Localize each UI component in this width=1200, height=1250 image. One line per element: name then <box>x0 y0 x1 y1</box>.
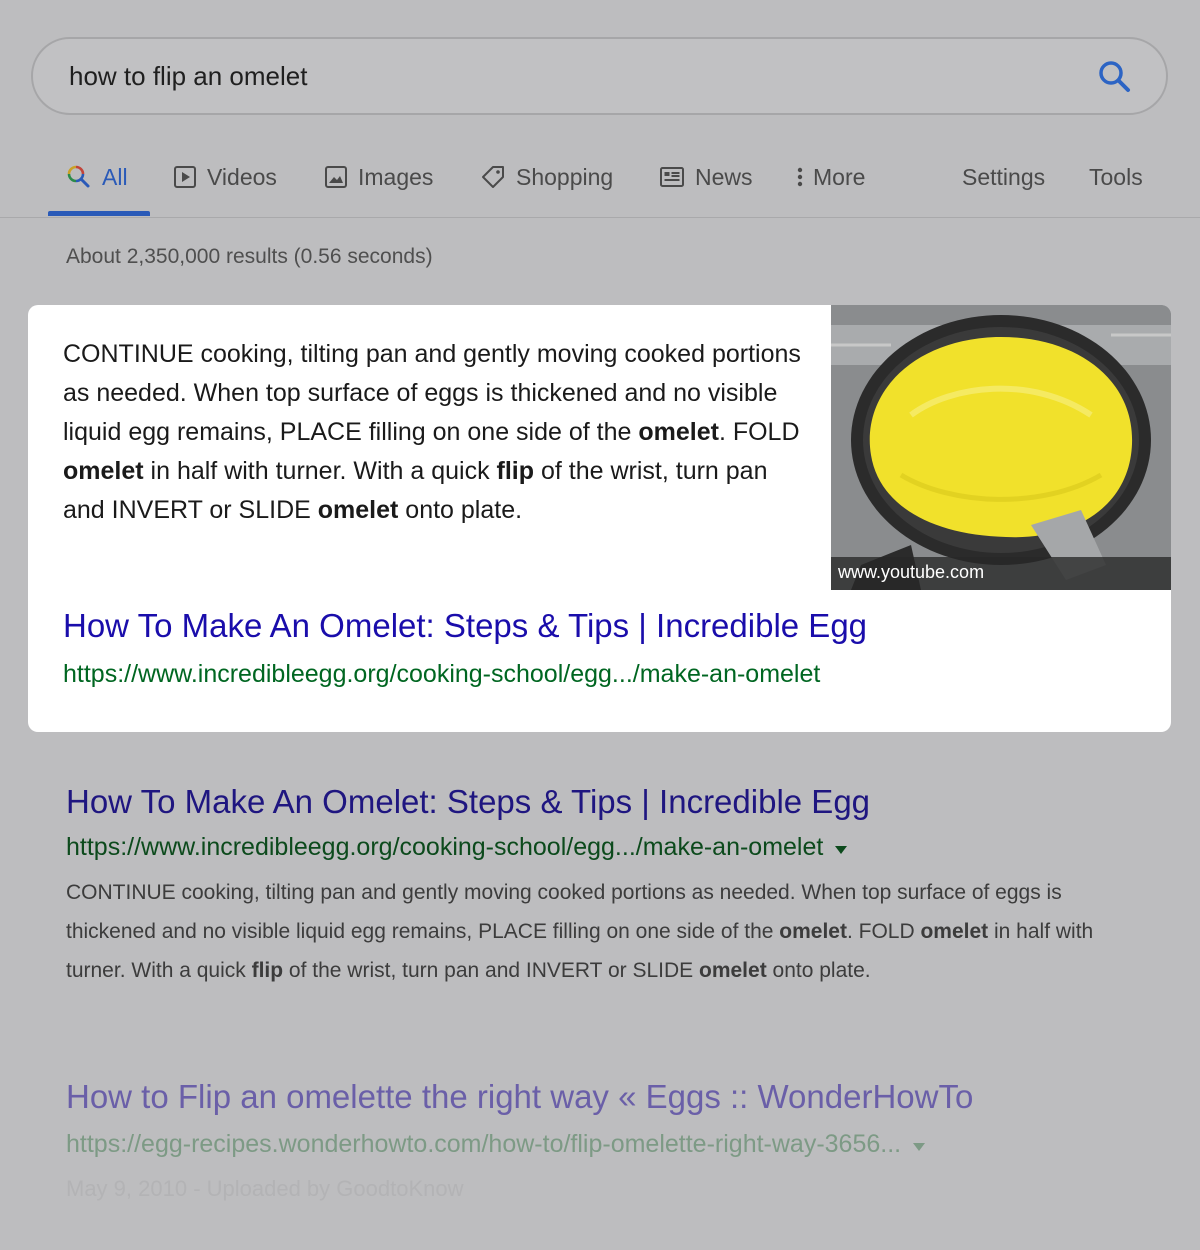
chevron-down-icon[interactable] <box>913 1142 926 1151</box>
search-icon[interactable] <box>1096 58 1134 96</box>
tab-videos[interactable]: Videos <box>173 162 277 192</box>
snippet-keyword: omelet <box>317 496 399 524</box>
news-icon <box>660 167 684 187</box>
tag-icon <box>482 166 504 188</box>
result-desc-keyword: flip <box>251 959 284 982</box>
search-bar[interactable]: how to flip an omelet <box>31 37 1168 115</box>
image-icon <box>325 166 347 188</box>
result-stats: About 2,350,000 results (0.56 seconds) <box>66 245 433 268</box>
result-meta: May 9, 2010 - Uploaded by GoodtoKnow <box>66 1176 464 1201</box>
result-desc-part: of the wrist, turn pan and INVERT or SLI… <box>283 959 699 982</box>
snippet-text-part: in half with turner. With a quick <box>143 457 497 485</box>
tab-news[interactable]: News <box>659 162 753 192</box>
tab-settings-label: Settings <box>962 163 1046 190</box>
snippet-keyword: omelet <box>638 418 719 446</box>
result-desc-keyword: omelet <box>920 920 989 943</box>
snippet-url: https://www.incredibleegg.org/cooking-sc… <box>63 660 821 688</box>
image-source-caption: www.youtube.com <box>831 557 1171 590</box>
featured-snippet: CONTINUE cooking, tilting pan and gently… <box>28 305 1171 732</box>
tab-videos-label: Videos <box>207 163 277 190</box>
tabs-divider <box>0 217 1200 218</box>
tab-more-label: More <box>813 163 866 190</box>
tab-more[interactable]: More <box>795 162 865 192</box>
tab-shopping[interactable]: Shopping <box>480 162 613 192</box>
image-source-label: www.youtube.com <box>838 562 985 582</box>
tab-all-label: All <box>102 163 128 190</box>
google-search-icon <box>67 165 90 188</box>
result-url: https://www.incredibleegg.org/cooking-sc… <box>66 833 824 861</box>
result-description: CONTINUE cooking, tilting pan and gently… <box>66 873 1096 990</box>
tab-tools[interactable]: Tools <box>1089 162 1143 192</box>
active-tab-indicator <box>48 211 150 216</box>
snippet-text-part: . FOLD <box>718 418 800 446</box>
tab-shopping-label: Shopping <box>516 163 614 190</box>
tab-all[interactable]: All <box>66 162 128 192</box>
search-tabs: All Videos Images Shopping News More Set… <box>0 150 1200 220</box>
result-desc-keyword: omelet <box>699 959 767 982</box>
tab-news-label: News <box>695 163 753 190</box>
tab-images-label: Images <box>358 163 434 190</box>
result-url: https://egg-recipes.wonderhowto.com/how-… <box>66 1130 902 1158</box>
tab-tools-label: Tools <box>1089 163 1143 190</box>
chevron-down-icon[interactable] <box>835 845 848 854</box>
snippet-video-thumbnail[interactable]: www.youtube.com <box>831 305 1171 590</box>
result-desc-keyword: omelet <box>779 920 847 943</box>
snippet-keyword: omelet <box>63 457 144 485</box>
tab-images[interactable]: Images <box>324 162 433 192</box>
result-title-link[interactable]: How to Flip an omelette the right way « … <box>66 1078 973 1116</box>
omelet-pan-image <box>831 305 1171 590</box>
search-input[interactable]: how to flip an omelet <box>69 61 307 92</box>
result-title-link[interactable]: How To Make An Omelet: Steps & Tips | In… <box>66 783 870 821</box>
snippet-text: CONTINUE cooking, tilting pan and gently… <box>63 335 803 530</box>
video-icon <box>174 166 196 188</box>
more-vert-icon <box>797 167 803 187</box>
tab-settings[interactable]: Settings <box>962 162 1045 192</box>
snippet-keyword: flip <box>496 457 535 485</box>
snippet-title-link[interactable]: How To Make An Omelet: Steps & Tips | In… <box>63 607 867 645</box>
result-url-row: https://egg-recipes.wonderhowto.com/how-… <box>66 1130 926 1159</box>
snippet-text-part: onto plate. <box>398 496 523 524</box>
result-url-row: https://www.incredibleegg.org/cooking-sc… <box>66 833 848 862</box>
result-desc-part: . FOLD <box>846 920 921 943</box>
result-desc-part: onto plate. <box>766 959 871 982</box>
